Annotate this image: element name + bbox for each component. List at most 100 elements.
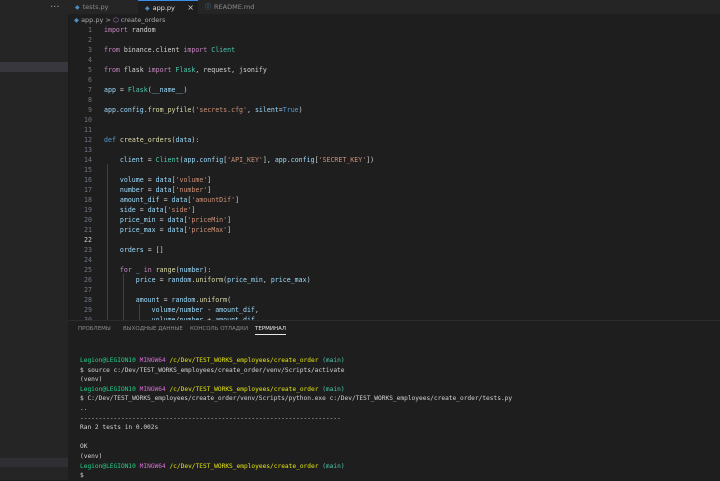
code-line[interactable]: 2 — [68, 35, 708, 45]
line-number: 12 — [84, 136, 92, 144]
code-line[interactable]: 6 — [68, 75, 708, 85]
code-token: 'SECRET_KEY' — [318, 156, 367, 164]
terminal-line: Ran 2 tests in 0.002s — [80, 423, 710, 433]
code-line[interactable]: 13 — [68, 145, 708, 155]
code-token: def — [104, 136, 116, 144]
code-line[interactable]: 8 — [68, 95, 708, 105]
code-line[interactable]: 18 amount_dif = data['amountDif'] — [68, 195, 708, 205]
code-line[interactable]: 10 — [68, 115, 708, 125]
code-token: data — [175, 136, 192, 144]
code-line[interactable]: 29 volume/number - amount_dif, — [68, 305, 708, 315]
code-line[interactable]: 21 price_max = data['priceMax'] — [68, 225, 708, 235]
line-number: 21 — [84, 226, 92, 234]
line-number: 13 — [84, 146, 92, 154]
code-text: app = Flask(__name__) — [104, 85, 187, 95]
tab-app-py[interactable]: ◆ app.py × — [138, 0, 198, 14]
tab-terminal[interactable]: ТЕРМИНАЛ — [255, 326, 287, 335]
code-token: price_min — [227, 276, 263, 284]
code-line[interactable]: 5 from flask import Flask, request, jsoni… — [68, 65, 708, 75]
code-line[interactable]: 4 — [68, 55, 708, 65]
terminal-text: (venv) — [80, 452, 103, 460]
code-token: = — [155, 276, 168, 284]
code-token: config — [119, 106, 144, 114]
code-line[interactable]: 1 import random — [68, 25, 708, 35]
code-line[interactable]: 19 side = data['side'] — [68, 205, 708, 215]
code-token: 'priceMin' — [187, 216, 228, 224]
terminal-line: $ C:/Dev/TEST_WORKS_employees/create_ord… — [80, 394, 710, 404]
code-line[interactable]: 23 orders = [] — [68, 245, 708, 255]
terminal-text: (main) — [322, 357, 345, 364]
terminal-text: .. — [80, 404, 88, 412]
code-line[interactable]: 7 app = Flask(__name__) — [68, 85, 708, 95]
code-token: number — [179, 306, 204, 314]
terminal-output[interactable]: Legion@LEGION10 MINGW64 /c/Dev/TEST_WORK… — [80, 356, 710, 481]
code-line[interactable]: 9 app.config.from_pyfile('secrets.cfg', s… — [68, 105, 708, 115]
code-text: price_min = data['priceMin'] — [104, 215, 231, 225]
code-token: Client — [155, 156, 180, 164]
code-line[interactable]: 14 client = Client(app.config['API_KEY']… — [68, 155, 708, 165]
code-line[interactable]: 26 price = random.uniform(price_min, pri… — [68, 275, 708, 285]
line-number: 1 — [88, 26, 92, 34]
code-token: price_max — [119, 226, 156, 234]
code-token: ] — [235, 196, 240, 204]
code-text: price = random.uniform(price_min, price_… — [104, 275, 311, 285]
python-file-icon: ◆ — [145, 5, 150, 12]
code-token: ): — [203, 266, 212, 274]
code-token: uniform — [195, 276, 224, 284]
code-line[interactable]: 25 for _ in range(number): — [68, 265, 708, 275]
code-line[interactable]: 16 volume = data['volume'] — [68, 175, 708, 185]
code-line[interactable]: 27 — [68, 285, 708, 295]
code-line[interactable]: 22 — [68, 235, 708, 245]
code-text: price_max = data['priceMax'] — [104, 225, 231, 235]
code-token: config — [199, 156, 224, 164]
code-text: def create_orders(data): — [104, 135, 199, 145]
code-token: volume — [119, 176, 144, 184]
close-icon[interactable]: × — [187, 1, 194, 15]
breadcrumb-file[interactable]: app.py — [81, 16, 103, 24]
code-line[interactable]: 3 from binance.client import Client — [68, 45, 708, 55]
tab-output[interactable]: ВЫХОДНЫЕ ДАННЫЕ — [123, 326, 183, 332]
code-line[interactable]: 24 — [68, 255, 708, 265]
line-number: 8 — [88, 96, 92, 104]
more-actions-icon[interactable]: ··· — [50, 2, 60, 13]
code-token: import — [183, 46, 208, 54]
code-token: ]) — [366, 156, 375, 164]
code-token: ] — [191, 206, 196, 214]
code-token: ] — [227, 216, 232, 224]
line-number: 10 — [84, 116, 92, 124]
code-token: 'amountDif' — [191, 196, 236, 204]
explorer-outline-item[interactable] — [0, 458, 68, 467]
code-text: for _ in range(number): — [104, 265, 211, 275]
tab-debug-console[interactable]: КОНСОЛЬ ОТЛАДКИ — [190, 326, 248, 332]
tab-problems[interactable]: ПРОБЛЕМЫ — [78, 326, 111, 332]
code-line[interactable]: 11 — [68, 125, 708, 135]
tab-tests-py[interactable]: ◆ tests.py — [68, 0, 138, 14]
code-token: client — [119, 156, 144, 164]
code-token: 'priceMax' — [187, 226, 228, 234]
code-token: random — [127, 26, 156, 34]
tab-readme-md[interactable]: ⓘ README.md — [198, 0, 270, 14]
code-line[interactable]: 20 price_min = data['priceMin'] — [68, 215, 708, 225]
terminal-line: Legion@LEGION10 MINGW64 /c/Dev/TEST_WORK… — [80, 385, 710, 395]
code-line[interactable]: 17 number = data['number'] — [68, 185, 708, 195]
code-text: amount = random.uniform( — [104, 295, 231, 305]
code-text: client = Client(app.config['API_KEY'], a… — [104, 155, 374, 165]
code-token: __name__ — [151, 86, 184, 94]
line-number: 19 — [84, 206, 92, 214]
code-token: = — [115, 86, 128, 94]
line-number: 5 — [88, 66, 92, 74]
explorer-selected-item[interactable] — [0, 62, 68, 72]
code-line[interactable]: 28 amount = random.uniform( — [68, 295, 708, 305]
code-line[interactable]: 12 def create_orders(data): — [68, 135, 708, 145]
code-line[interactable]: 15 — [68, 165, 708, 175]
breadcrumb-function[interactable]: create_orders — [121, 16, 166, 24]
terminal-line: OK — [80, 442, 710, 452]
code-token: , — [262, 276, 271, 284]
code-editor[interactable]: 1 import random 2 3 from binance.client impo… — [68, 25, 720, 320]
code-token: data — [171, 196, 188, 204]
